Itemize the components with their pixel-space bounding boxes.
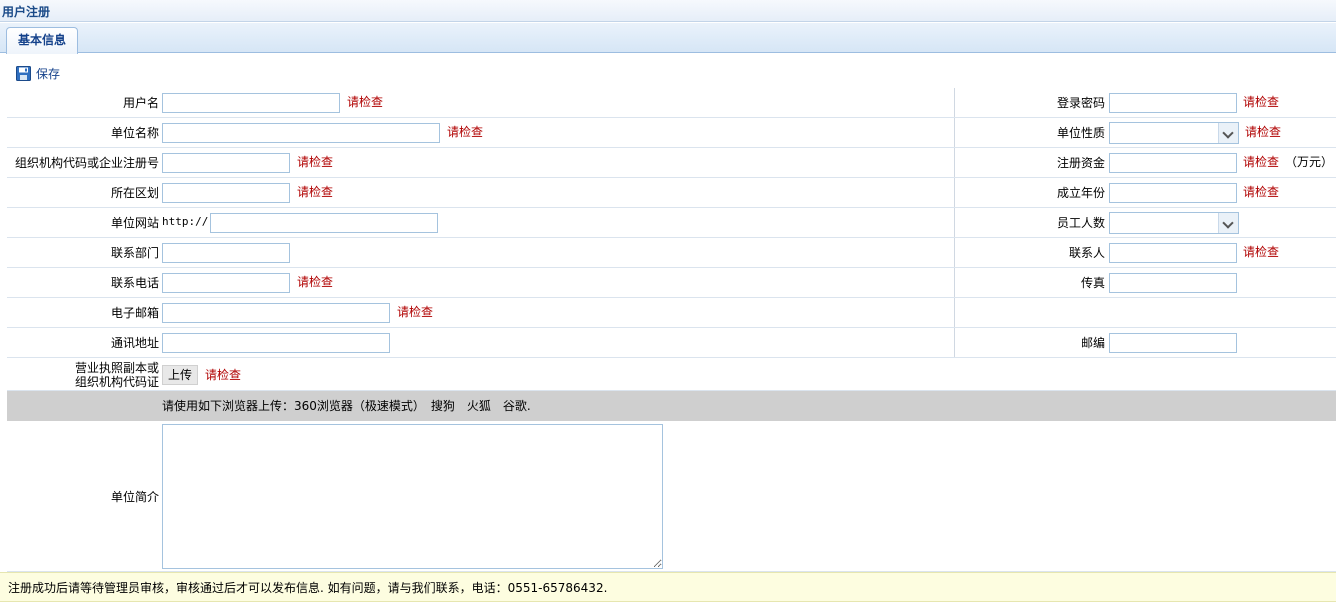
company-name-input[interactable] — [162, 123, 440, 143]
tab-bar: 基本信息 — [0, 23, 1336, 54]
founded-year-input[interactable] — [1109, 183, 1237, 203]
page-title: 用户注册 — [2, 5, 51, 19]
license-label: 营业执照副本或 组织机构代码证 — [7, 361, 159, 389]
form-row-address: 通讯地址 邮编 — [7, 328, 1336, 358]
company-name-label: 单位名称 — [110, 126, 159, 140]
form-row-website: 单位网站 http:// 员工人数 — [7, 208, 1336, 238]
password-warning: 请检查 — [1243, 95, 1280, 109]
password-label: 登录密码 — [1056, 96, 1105, 110]
form-row-description: 单位简介 — [7, 422, 1336, 572]
email-label: 电子邮箱 — [110, 306, 159, 320]
district-label: 所在区划 — [110, 186, 159, 200]
zipcode-input[interactable] — [1109, 333, 1237, 353]
browser-hint: 请使用如下浏览器上传：360浏览器（极速模式） 搜狗 火狐 谷歌. — [162, 399, 531, 413]
license-label-line2: 组织机构代码证 — [74, 375, 159, 389]
column-divider — [954, 238, 955, 267]
capital-warning: 请检查 — [1243, 155, 1280, 169]
form-row-license: 营业执照副本或 组织机构代码证 上传 请检查 — [7, 359, 1336, 391]
notice-text: 注册成功后请等待管理员审核，审核通过后才可以发布信息. 如有问题，请与我们联系，… — [8, 581, 608, 595]
founded-year-label: 成立年份 — [1056, 186, 1105, 200]
website-label: 单位网站 — [110, 216, 159, 230]
license-warning: 请检查 — [205, 368, 242, 382]
capital-label: 注册资金 — [1056, 156, 1105, 170]
department-input[interactable] — [162, 243, 290, 263]
page-header: 用户注册 — [0, 0, 1336, 22]
column-divider — [954, 148, 955, 177]
upload-button[interactable]: 上传 — [162, 365, 198, 385]
save-button-label: 保存 — [36, 66, 61, 81]
tab-basic-info[interactable]: 基本信息 — [6, 27, 78, 54]
chevron-down-icon — [1218, 123, 1238, 143]
form-row-company-name: 单位名称 请检查 单位性质 请检查 — [7, 118, 1336, 148]
district-input[interactable] — [162, 183, 290, 203]
browser-hint-row: 请使用如下浏览器上传：360浏览器（极速模式） 搜狗 火狐 谷歌. — [7, 391, 1336, 421]
contact-label: 联系人 — [1068, 246, 1105, 260]
license-label-line1: 营业执照副本或 — [74, 361, 159, 375]
contact-warning: 请检查 — [1243, 245, 1280, 259]
column-divider — [954, 298, 955, 327]
company-type-select[interactable] — [1109, 122, 1239, 144]
floppy-disk-icon — [16, 65, 31, 81]
column-divider — [954, 208, 955, 237]
website-input[interactable] — [210, 213, 438, 233]
phone-input[interactable] — [162, 273, 290, 293]
description-label: 单位简介 — [110, 490, 159, 504]
description-textarea[interactable] — [162, 424, 663, 569]
org-code-label: 组织机构代码或企业注册号 — [14, 156, 159, 170]
district-warning: 请检查 — [297, 185, 334, 199]
phone-warning: 请检查 — [297, 275, 334, 289]
fax-label: 传真 — [1080, 276, 1105, 290]
fax-input[interactable] — [1109, 273, 1237, 293]
company-name-warning: 请检查 — [447, 125, 484, 139]
notice-bar: 注册成功后请等待管理员审核，审核通过后才可以发布信息. 如有问题，请与我们联系，… — [0, 572, 1336, 602]
zipcode-label: 邮编 — [1080, 336, 1105, 350]
phone-label: 联系电话 — [110, 276, 159, 290]
column-divider — [954, 178, 955, 207]
form-row-district: 所在区划 请检查 成立年份 请检查 — [7, 178, 1336, 208]
contact-input[interactable] — [1109, 243, 1237, 263]
capital-unit: （万元） — [1285, 155, 1334, 169]
username-label: 用户名 — [122, 96, 159, 110]
employees-select[interactable] — [1109, 212, 1239, 234]
form-row-username: 用户名 请检查 登录密码 请检查 — [7, 88, 1336, 118]
founded-year-warning: 请检查 — [1243, 185, 1280, 199]
org-code-input[interactable] — [162, 153, 290, 173]
company-type-label: 单位性质 — [1056, 126, 1105, 140]
form-row-phone: 联系电话 请检查 传真 — [7, 268, 1336, 298]
chevron-down-icon — [1218, 213, 1238, 233]
employees-label: 员工人数 — [1056, 216, 1105, 230]
password-input[interactable] — [1109, 93, 1237, 113]
website-prefix: http:// — [162, 215, 209, 228]
form-row-department: 联系部门 联系人 请检查 — [7, 238, 1336, 268]
org-code-warning: 请检查 — [297, 155, 334, 169]
column-divider — [954, 268, 955, 297]
department-label: 联系部门 — [110, 246, 159, 260]
company-type-warning: 请检查 — [1245, 125, 1282, 139]
form-row-email: 电子邮箱 请检查 — [7, 298, 1336, 328]
capital-input[interactable] — [1109, 153, 1237, 173]
column-divider — [954, 118, 955, 147]
username-input[interactable] — [162, 93, 340, 113]
email-warning: 请检查 — [397, 305, 434, 319]
email-input[interactable] — [162, 303, 390, 323]
address-label: 通讯地址 — [110, 336, 159, 350]
address-input[interactable] — [162, 333, 390, 353]
column-divider — [954, 328, 955, 357]
form-row-org-code: 组织机构代码或企业注册号 请检查 注册资金 请检查 （万元） — [7, 148, 1336, 178]
column-divider — [954, 88, 955, 117]
toolbar: 保存 — [0, 59, 1336, 87]
save-button[interactable]: 保存 — [16, 64, 60, 82]
username-warning: 请检查 — [347, 95, 384, 109]
